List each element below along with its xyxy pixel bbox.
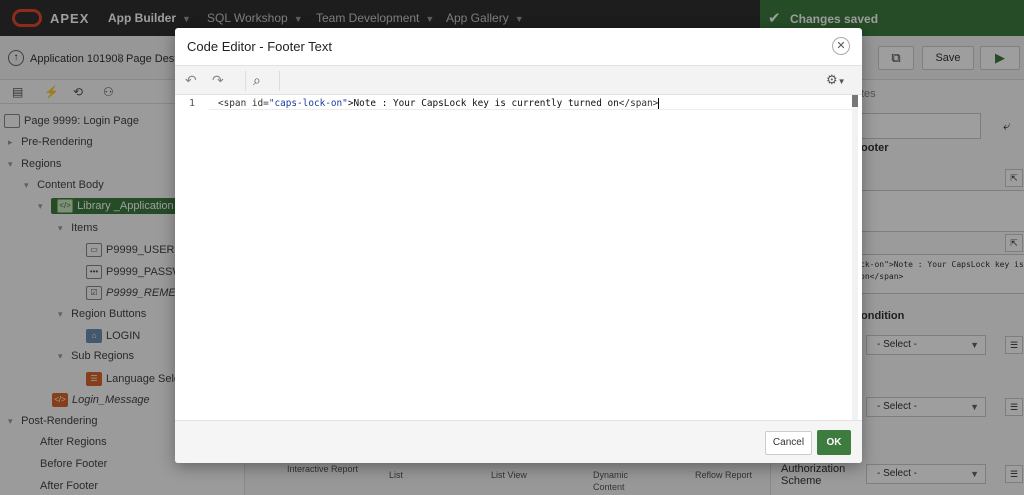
toolbar-divider bbox=[279, 71, 280, 91]
cancel-button[interactable]: Cancel bbox=[765, 431, 812, 455]
ok-button[interactable]: OK bbox=[817, 430, 851, 455]
line-number-gutter bbox=[175, 95, 209, 420]
editor-toolbar: ↶ ↷ ⌕ ⚙▼ bbox=[175, 65, 862, 95]
code-close-tag-rest: /span> bbox=[624, 98, 660, 109]
code-text: >Note : Your CapsLock key is currently t… bbox=[347, 98, 619, 109]
scrollbar-thumb[interactable] bbox=[852, 95, 858, 107]
close-icon[interactable]: ✕ bbox=[832, 37, 850, 55]
code-editor-dialog: Code Editor - Footer Text ✕ ↶ ↷ ⌕ ⚙▼ 1 <… bbox=[175, 28, 862, 463]
code-attribute-value: "caps-lock-on" bbox=[268, 98, 348, 109]
toolbar-divider bbox=[245, 71, 246, 91]
vertical-scrollbar[interactable] bbox=[852, 95, 858, 420]
code-line[interactable]: <span id="caps-lock-on">Note : Your Caps… bbox=[218, 98, 660, 109]
search-icon[interactable]: ⌕ bbox=[253, 72, 261, 89]
chevron-down-icon: ▼ bbox=[837, 77, 846, 86]
dialog-title: Code Editor - Footer Text bbox=[187, 39, 332, 54]
settings-gear-icon[interactable]: ⚙▼ bbox=[826, 72, 846, 88]
redo-icon[interactable]: ↷ bbox=[212, 72, 224, 89]
line-number: 1 bbox=[189, 98, 196, 109]
code-editor-area[interactable]: 1 <span id="caps-lock-on">Note : Your Ca… bbox=[175, 95, 862, 420]
code-open-tag: <span id= bbox=[218, 98, 269, 109]
dialog-footer: Cancel OK bbox=[175, 420, 862, 463]
undo-icon[interactable]: ↶ bbox=[185, 72, 197, 89]
